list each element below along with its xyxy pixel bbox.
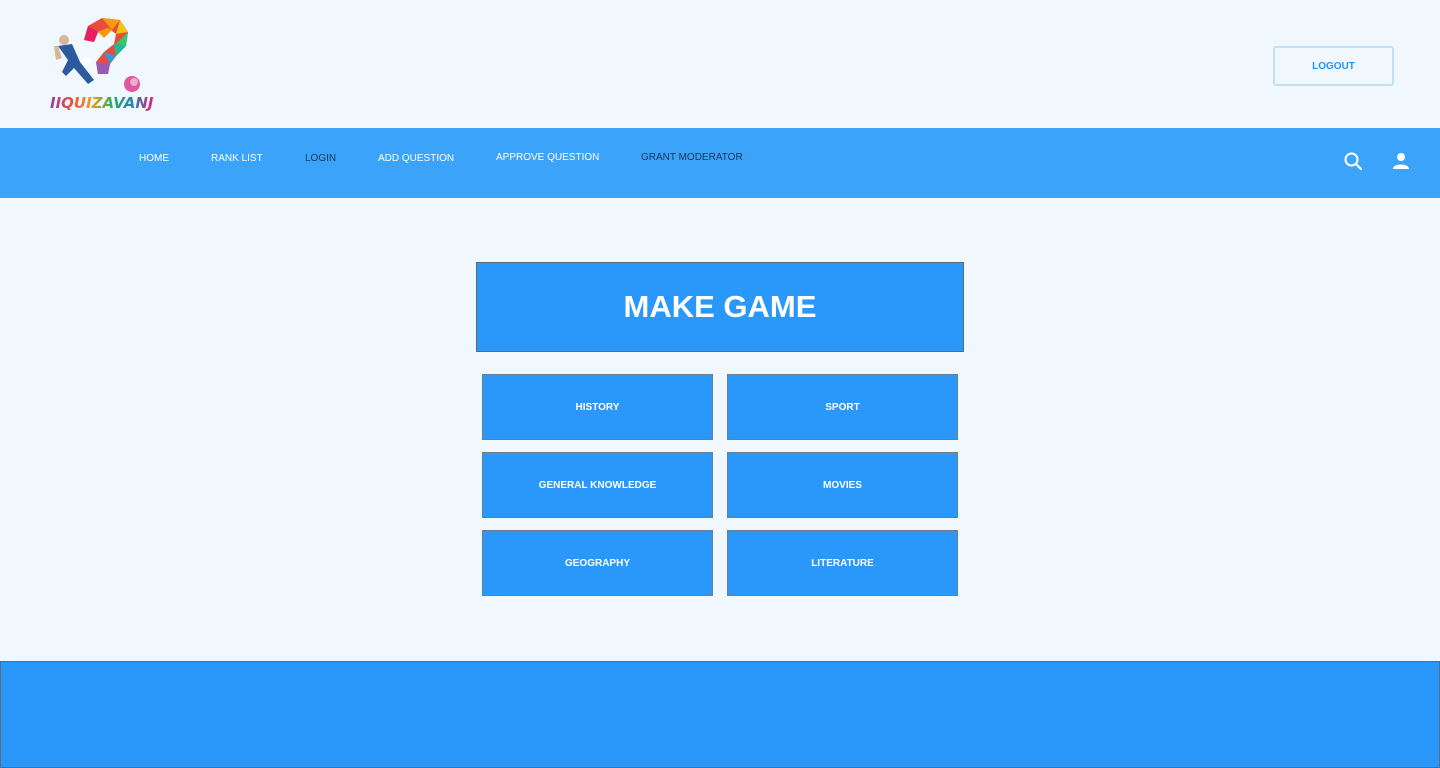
nav-item-grant-moderator[interactable]: GRANT MODERATOR [641,152,743,163]
make-game-button[interactable]: MAKE GAME [476,262,964,352]
category-sport-button[interactable]: SPORT [727,374,958,440]
nav-item-rank-list[interactable]: RANK LIST [211,153,263,164]
logo-text: IIQUIZAVANJE [50,94,164,112]
category-history-button[interactable]: HISTORY [482,374,713,440]
category-movies-button[interactable]: MOVIES [727,452,958,518]
logo-image [54,18,140,92]
user-icon[interactable] [1391,151,1411,171]
nav-item-add-question[interactable]: ADD QUESTION [378,153,454,164]
nav-item-approve-question[interactable]: APPROVE QUESTION [496,152,599,163]
nav-item-home[interactable]: HOME [139,153,169,164]
category-general-knowledge-button[interactable]: GENERAL KNOWLEDGE [482,452,713,518]
category-literature-button[interactable]: LITERATURE [727,530,958,596]
search-icon[interactable] [1343,151,1363,171]
logout-button[interactable]: LOGOUT [1273,46,1394,86]
navbar: HOME RANK LIST LOGIN ADD QUESTION APPROV… [0,128,1440,198]
logo[interactable]: IIQUIZAVANJE [50,16,164,116]
header: IIQUIZAVANJE LOGOUT [0,0,1440,128]
category-geography-button[interactable]: GEOGRAPHY [482,530,713,596]
footer [0,661,1440,768]
nav-item-login[interactable]: LOGIN [305,153,336,164]
